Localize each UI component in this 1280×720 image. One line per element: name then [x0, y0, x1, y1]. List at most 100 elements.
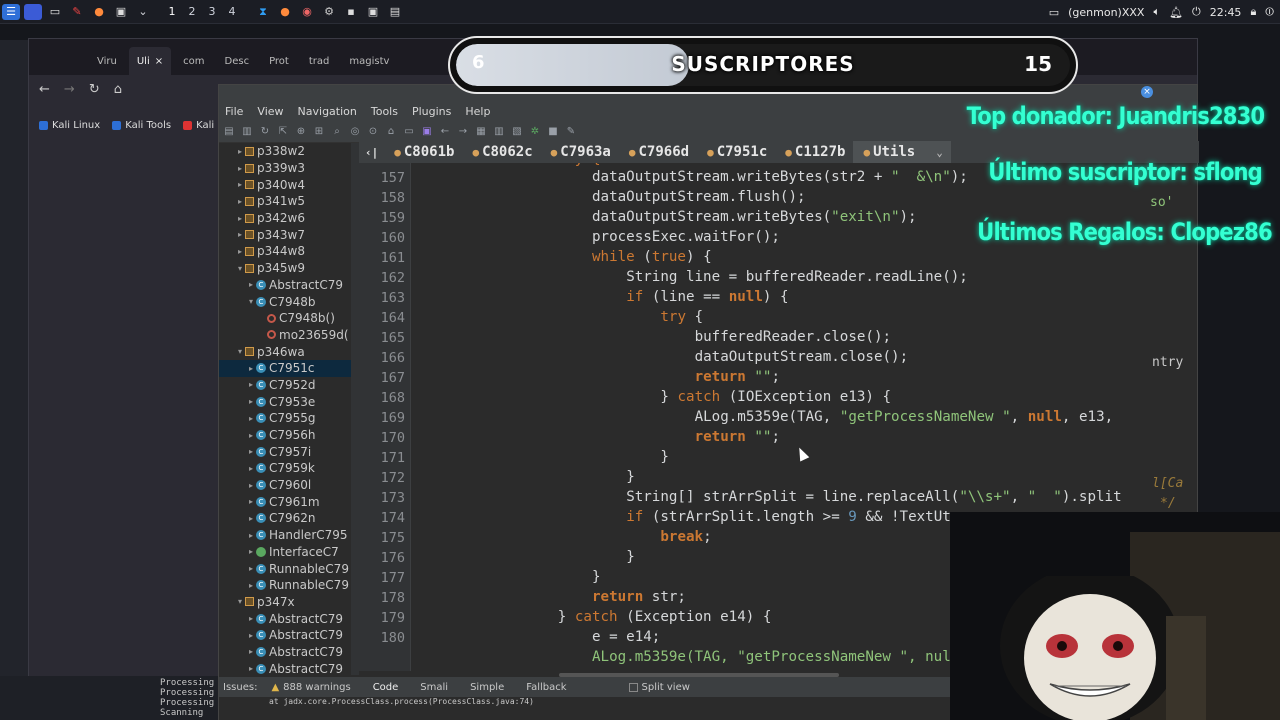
reload-icon[interactable]: ↻	[259, 126, 271, 138]
fallback-tab[interactable]: Fallback	[526, 682, 566, 693]
tree-node[interactable]: ▸ InterfaceC7	[219, 544, 351, 561]
browser-tab[interactable]: magistv	[341, 47, 397, 75]
file-manager-icon[interactable]: ▭	[46, 4, 64, 20]
tree-node[interactable]: ▸ C C7959k	[219, 460, 351, 477]
notification-bell-icon[interactable]: 🔔︎	[1169, 6, 1183, 19]
expand-right-icon[interactable]: ▸	[246, 581, 256, 590]
tree-node[interactable]: ▸ p339w3	[219, 160, 351, 177]
menu-navigation[interactable]: Navigation	[298, 105, 357, 118]
deobf-icon[interactable]: ▧	[511, 126, 523, 138]
kali-menu-icon[interactable]: ☰	[2, 3, 20, 20]
desktop-icon[interactable]	[24, 3, 42, 20]
checkbox-icon[interactable]	[628, 682, 638, 692]
expand-down-icon[interactable]: ▾	[235, 264, 245, 273]
firefox-task-icon[interactable]: ●	[276, 4, 294, 20]
tree-node[interactable]: ▸ C C7960l	[219, 477, 351, 494]
warnings-button[interactable]: ▲ 888 warnings	[271, 682, 350, 693]
split-view-toggle[interactable]: Split view	[628, 682, 690, 693]
terminal-icon[interactable]: ▣	[112, 4, 130, 20]
debug-icon[interactable]: ✲	[529, 126, 541, 138]
expand-right-icon[interactable]: ▸	[246, 647, 256, 656]
tree-node[interactable]: ▸ C AbstractC79	[219, 277, 351, 294]
power-icon[interactable]: ⏻	[1192, 5, 1201, 19]
expand-right-icon[interactable]: ▸	[246, 664, 256, 673]
close-icon[interactable]: ×	[155, 56, 163, 67]
layout-icon[interactable]: ▥	[493, 126, 505, 138]
chevron-down-icon[interactable]: ⌄	[134, 4, 152, 20]
flatten-icon[interactable]: ⊞	[313, 126, 325, 138]
expand-right-icon[interactable]: ▸	[246, 414, 256, 423]
expand-right-icon[interactable]: ▸	[246, 464, 256, 473]
settings-icon[interactable]: ⚙	[320, 4, 338, 20]
expand-down-icon[interactable]: ▾	[235, 597, 245, 606]
editor-tab[interactable]: ● C8061b	[384, 141, 462, 163]
menu-file[interactable]: File	[225, 105, 243, 118]
expand-right-icon[interactable]: ▸	[246, 280, 256, 289]
expand-down-icon[interactable]: ▾	[246, 297, 256, 306]
tree-node[interactable]: ▸ p341w5	[219, 193, 351, 210]
tree-node[interactable]: ▸ C C7957i	[219, 443, 351, 460]
tab-list-chevron-icon[interactable]: ⌄	[936, 146, 943, 159]
expand-right-icon[interactable]: ▸	[246, 481, 256, 490]
home-icon[interactable]: ⌂	[385, 126, 397, 138]
tree-node[interactable]: ▸ C AbstractC79	[219, 627, 351, 644]
tree-node[interactable]: ▾ C C7948b	[219, 293, 351, 310]
tree-node[interactable]: ▸ p340w4	[219, 176, 351, 193]
editor-tab[interactable]: ● C7963a	[541, 141, 619, 163]
workspace-1[interactable]: 1	[162, 5, 182, 18]
expand-right-icon[interactable]: ▸	[246, 514, 256, 523]
find-class-icon[interactable]: ◎	[349, 126, 361, 138]
expand-right-icon[interactable]: ▸	[246, 497, 256, 506]
home-icon[interactable]: ⌂	[114, 82, 122, 97]
vscode-icon[interactable]: ⧗	[254, 4, 272, 20]
tree-node[interactable]: ▸ p344w8	[219, 243, 351, 260]
burp-icon[interactable]: ◉	[298, 4, 316, 20]
tree-node[interactable]: ▸ C C7956h	[219, 427, 351, 444]
tree-node[interactable]: ▸ C RunnableC79	[219, 560, 351, 577]
tree-node[interactable]: ▸ p343w7	[219, 226, 351, 243]
editor-tab[interactable]: ● C8062c	[462, 141, 540, 163]
log-icon[interactable]: ▭	[403, 126, 415, 138]
expand-right-icon[interactable]: ▸	[235, 214, 245, 223]
quark-icon[interactable]: ▦	[475, 126, 487, 138]
bookmark-kali-tools[interactable]: Kali Tools	[112, 120, 171, 131]
tree-node[interactable]: mo23659d(	[219, 327, 351, 344]
tree-node[interactable]: ▸ C C7953e	[219, 393, 351, 410]
menu-plugins[interactable]: Plugins	[412, 105, 451, 118]
stop-icon[interactable]: ■	[547, 126, 559, 138]
open-icon[interactable]: ▤	[223, 126, 235, 138]
bookmark-kali-linux[interactable]: Kali Linux	[39, 120, 100, 131]
logout-icon[interactable]: ⏼	[1265, 5, 1274, 19]
expand-right-icon[interactable]: ▸	[235, 247, 245, 256]
menu-help[interactable]: Help	[465, 105, 490, 118]
expand-right-icon[interactable]: ▸	[235, 147, 245, 156]
expand-right-icon[interactable]: ▸	[246, 547, 256, 556]
expand-right-icon[interactable]: ▸	[246, 397, 256, 406]
bookmark-icon[interactable]: ▣	[421, 126, 433, 138]
expand-right-icon[interactable]: ▸	[246, 364, 256, 373]
menu-view[interactable]: View	[257, 105, 283, 118]
app-icon[interactable]: ▪	[342, 4, 360, 20]
expand-right-icon[interactable]: ▸	[235, 180, 245, 189]
expand-right-icon[interactable]: ▸	[246, 431, 256, 440]
expand-down-icon[interactable]: ▾	[235, 347, 245, 356]
expand-right-icon[interactable]: ▸	[246, 531, 256, 540]
tree-node[interactable]: ▸ C C7961m	[219, 493, 351, 510]
export-icon[interactable]: ⇱	[277, 126, 289, 138]
menu-tools[interactable]: Tools	[371, 105, 398, 118]
workspace-2[interactable]: 2	[182, 5, 202, 18]
browser-tab-active[interactable]: Uli ×	[128, 47, 172, 75]
browser-tab[interactable]: Viru	[89, 47, 125, 75]
splitter[interactable]	[351, 143, 359, 675]
editor-tab[interactable]: ● C7966d	[619, 141, 697, 163]
settings-icon[interactable]: ✎	[565, 126, 577, 138]
browser-tab[interactable]: trad	[301, 47, 338, 75]
editor-tab[interactable]: ● C7951c	[697, 141, 775, 163]
editor-tab[interactable]: ● Utils ⌄	[853, 141, 951, 163]
editor-tab[interactable]: ● C1127b	[775, 141, 853, 163]
scroll-tabs-left-icon[interactable]: ‹|	[359, 146, 384, 159]
back-icon[interactable]: ←	[39, 82, 50, 97]
reload-icon[interactable]: ↻	[89, 82, 100, 97]
search-icon[interactable]: ⌕	[331, 126, 343, 138]
tree-node[interactable]: ▸ C C7951c	[219, 359, 351, 377]
